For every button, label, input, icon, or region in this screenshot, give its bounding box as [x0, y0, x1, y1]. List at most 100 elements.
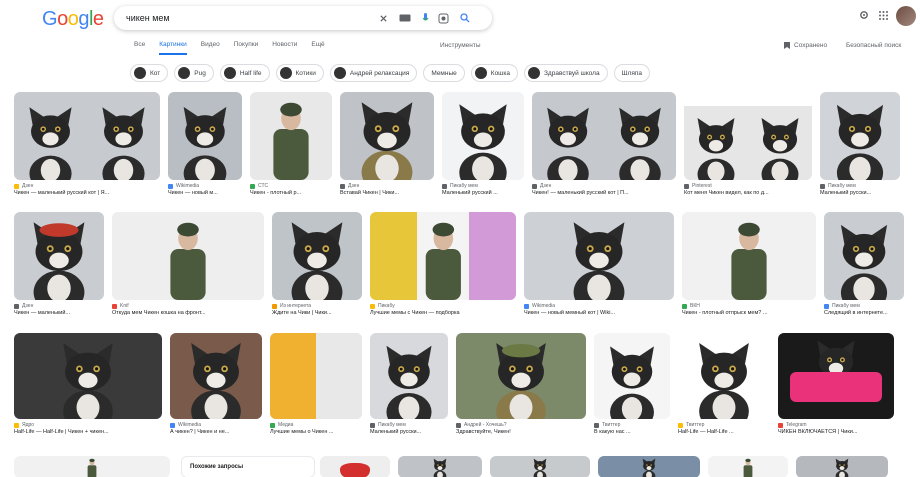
- image-result[interactable]: Пикабу мем Следящий в интернете...: [824, 212, 904, 316]
- filter-chip[interactable]: Кошка: [470, 64, 518, 82]
- result-caption[interactable]: Маленький русски...: [820, 190, 900, 196]
- microphone-icon[interactable]: [418, 11, 432, 25]
- image-result[interactable]: [598, 456, 700, 477]
- result-caption[interactable]: Half-Life — Half-Life | Чикен + чикен...: [14, 429, 162, 435]
- result-caption[interactable]: В какую нас ...: [594, 429, 670, 435]
- image-result[interactable]: Андрей - Хочешь? Здравствуйте, Чикен!: [456, 333, 586, 435]
- image-result[interactable]: ВКН Чикен - плотный отпрыск мем? ...: [682, 212, 816, 316]
- result-thumbnail[interactable]: [524, 212, 674, 300]
- result-source[interactable]: Дзен: [14, 183, 160, 189]
- result-thumbnail[interactable]: [682, 212, 816, 300]
- result-caption[interactable]: ЧИКЕН ВКЛЮЧАЕТСЯ | Чики...: [778, 429, 894, 435]
- result-caption[interactable]: Следящий в интернете...: [824, 310, 904, 316]
- result-caption[interactable]: Кот меня Чикен видел, как по д...: [684, 190, 812, 196]
- result-thumbnail[interactable]: [270, 333, 362, 419]
- result-thumbnail[interactable]: [532, 92, 676, 180]
- image-result[interactable]: Knif Откуда мем Чикен кошка на фронт...: [112, 212, 264, 316]
- result-source[interactable]: Knif: [112, 303, 264, 309]
- result-source[interactable]: Твиттер: [594, 422, 670, 428]
- image-result[interactable]: Дзен Вставай Чикен | Чики...: [340, 92, 434, 196]
- result-thumbnail[interactable]: [796, 456, 888, 477]
- settings-icon[interactable]: [858, 8, 870, 26]
- search-box[interactable]: [114, 6, 492, 30]
- result-caption[interactable]: Вставай Чикен | Чики...: [340, 190, 434, 196]
- result-thumbnail[interactable]: [456, 333, 586, 419]
- result-caption[interactable]: Здравствуйте, Чикен!: [456, 429, 586, 435]
- result-thumbnail[interactable]: [824, 212, 904, 300]
- filter-chip[interactable]: Шляпа: [613, 64, 650, 82]
- image-result[interactable]: Пикабу мем Маленький русски...: [820, 92, 900, 196]
- image-result[interactable]: Дзен Чикен — маленький...: [14, 212, 104, 316]
- keyboard-icon[interactable]: [398, 11, 412, 25]
- image-result[interactable]: Пикабу Лучшие мемы с Чикен — подборка: [370, 212, 516, 316]
- avatar[interactable]: [896, 6, 916, 26]
- saved-button[interactable]: Сохранено: [784, 42, 827, 51]
- result-caption[interactable]: Лучшие мемы с Чикен — подборка: [370, 310, 516, 316]
- result-source[interactable]: Пикабу мем: [442, 183, 524, 189]
- result-thumbnail[interactable]: [272, 212, 362, 300]
- result-caption[interactable]: Чикен — маленький русский кот | Я...: [14, 190, 160, 196]
- result-caption[interactable]: Чикен — новый м...: [168, 190, 242, 196]
- result-source[interactable]: Ядро: [14, 422, 162, 428]
- result-caption[interactable]: Чикен! — маленький русский кот | П...: [532, 190, 676, 196]
- result-thumbnail[interactable]: [442, 92, 524, 180]
- image-result[interactable]: [796, 456, 888, 477]
- image-result[interactable]: Ядро Half-Life — Half-Life | Чикен + чике…: [14, 333, 162, 435]
- tab-3[interactable]: Покупки: [234, 41, 258, 55]
- result-caption[interactable]: Half-Life — Half-Life ...: [678, 429, 770, 435]
- image-result[interactable]: Wikimedia Чикен — новый мемный кот | Wiki…: [524, 212, 674, 316]
- tools-button[interactable]: Инструменты: [440, 42, 481, 49]
- result-source[interactable]: Wikimedia: [170, 422, 262, 428]
- image-result[interactable]: [398, 456, 482, 477]
- result-caption[interactable]: Откуда мем Чикен кошка на фронт...: [112, 310, 264, 316]
- result-source[interactable]: Дзен: [340, 183, 434, 189]
- image-result[interactable]: Дзен Чикен! — маленький русский кот | П..…: [532, 92, 676, 196]
- image-result[interactable]: Дзен Чикен — маленький русский кот | Я...: [14, 92, 160, 196]
- tab-0[interactable]: Все: [134, 41, 145, 55]
- result-source[interactable]: Пикабу мем: [370, 422, 448, 428]
- image-result[interactable]: Wikimedia Чикен — новый м...: [168, 92, 242, 196]
- filter-chip[interactable]: Кот: [130, 64, 169, 82]
- result-source[interactable]: Пикабу мем: [824, 303, 904, 309]
- image-result[interactable]: СТС Чикен - плотный р...: [250, 92, 332, 196]
- search-input[interactable]: [126, 10, 366, 26]
- result-caption[interactable]: Маленький русский ...: [442, 190, 524, 196]
- result-thumbnail[interactable]: [14, 212, 104, 300]
- filter-chip[interactable]: Мемные: [423, 64, 465, 82]
- result-caption[interactable]: Ждите на Чики | Чики...: [272, 310, 362, 316]
- result-caption[interactable]: Чикен - плотный отпрыск мем? ...: [682, 310, 816, 316]
- filter-chip[interactable]: Pug: [174, 64, 214, 82]
- image-result[interactable]: Пикабу мем Маленький русски...: [370, 333, 448, 435]
- clear-icon[interactable]: [376, 11, 390, 25]
- tab-5[interactable]: Ещё: [311, 41, 324, 55]
- result-source[interactable]: Твиттер: [678, 422, 770, 428]
- result-source[interactable]: Wikimedia: [168, 183, 242, 189]
- result-source[interactable]: Пикабу мем: [820, 183, 900, 189]
- result-source[interactable]: Wikimedia: [524, 303, 674, 309]
- image-result[interactable]: [708, 456, 788, 477]
- result-caption[interactable]: Чикен — новый мемный кот | Wiki...: [524, 310, 674, 316]
- filter-chip[interactable]: Андрей релаксация: [329, 64, 418, 82]
- image-result[interactable]: Telegram ЧИКЕН ВКЛЮЧАЕТСЯ | Чики...: [778, 333, 894, 435]
- result-thumbnail[interactable]: [112, 212, 264, 300]
- image-result[interactable]: Wikimedia А чикен? | Чикен и не...: [170, 333, 262, 435]
- result-thumbnail[interactable]: [168, 92, 242, 180]
- result-source[interactable]: Telegram: [778, 422, 894, 428]
- safe-search-button[interactable]: Безопасный поиск: [846, 42, 901, 49]
- image-result[interactable]: [14, 456, 170, 477]
- result-caption[interactable]: Лучшие мемы о Чикен ...: [270, 429, 362, 435]
- result-thumbnail[interactable]: [320, 456, 390, 477]
- image-result[interactable]: Pinterest Кот меня Чикен видел, как по д.…: [684, 92, 812, 196]
- result-thumbnail[interactable]: [398, 456, 482, 477]
- result-caption[interactable]: А чикен? | Чикен и не...: [170, 429, 262, 435]
- result-thumbnail[interactable]: [708, 456, 788, 477]
- result-caption[interactable]: Маленький русски...: [370, 429, 448, 435]
- google-logo[interactable]: Google: [42, 8, 104, 31]
- result-thumbnail[interactable]: [678, 333, 770, 419]
- search-icon[interactable]: [458, 11, 472, 25]
- result-source[interactable]: Pinterest: [684, 183, 812, 189]
- result-thumbnail[interactable]: [594, 333, 670, 419]
- result-source[interactable]: Дзен: [532, 183, 676, 189]
- result-source[interactable]: Дзен: [14, 303, 104, 309]
- result-thumbnail[interactable]: [598, 456, 700, 477]
